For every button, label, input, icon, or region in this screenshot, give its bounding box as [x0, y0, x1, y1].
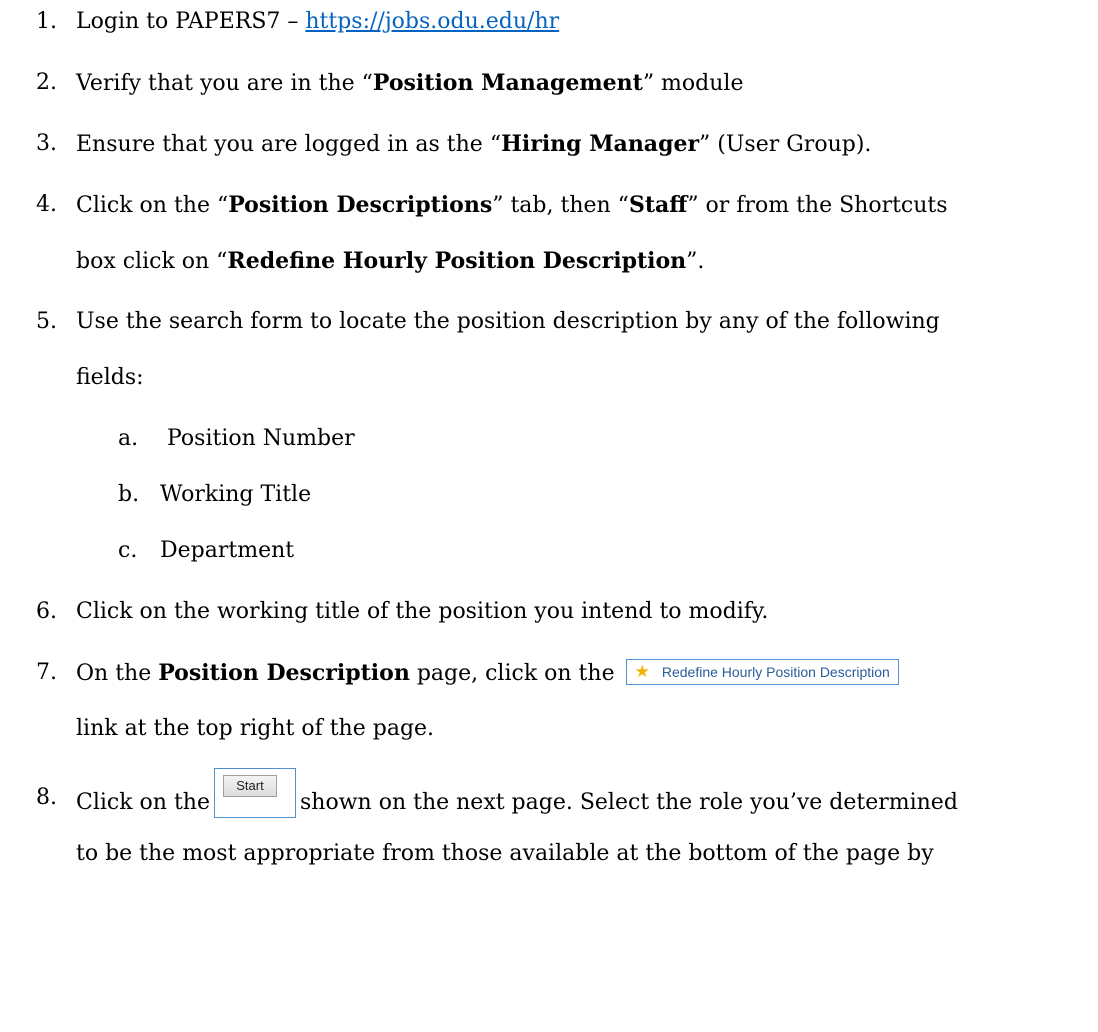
- step-text: shown on the next page. Select the role …: [300, 790, 958, 815]
- sub-item-letter: b.: [118, 482, 140, 507]
- step-text: Click on the working title of the positi…: [76, 599, 769, 624]
- step-text: ” (User Group).: [699, 132, 872, 157]
- step-number: 2.: [36, 70, 57, 95]
- step-text: Ensure that you are logged in as the “: [76, 132, 502, 157]
- step-text: Click on the: [76, 790, 210, 815]
- step-text: ” tab, then “: [492, 193, 629, 218]
- step-number: 6.: [36, 599, 57, 624]
- bold-term: Position Management: [372, 70, 643, 96]
- bold-term: Staff: [628, 192, 688, 218]
- step-text: fields:: [76, 365, 144, 390]
- bold-term: Position Descriptions: [228, 192, 493, 218]
- step-text: Login to PAPERS7 –: [76, 9, 306, 34]
- step-number: 5.: [36, 309, 57, 334]
- bold-term: Position Description: [158, 660, 410, 686]
- step-text: On the: [76, 661, 159, 686]
- step-number: 4.: [36, 192, 57, 217]
- step-text: link at the top right of the page.: [76, 716, 435, 741]
- sub-item-letter: a.: [118, 426, 139, 451]
- step-text: ” or from the Shortcuts: [687, 193, 948, 218]
- step-text: page, click on the: [409, 661, 615, 686]
- step-text: box click on “: [76, 249, 228, 274]
- start-button-screenshot: Start: [214, 768, 296, 818]
- sub-item-text: Position Number: [160, 426, 355, 451]
- step-text: Click on the “: [76, 193, 229, 218]
- step-number: 8.: [36, 785, 57, 810]
- step-number: 1.: [36, 9, 57, 34]
- step-number: 7.: [36, 660, 57, 685]
- step-number: 3.: [36, 131, 57, 156]
- bold-term: Redefine Hourly Position Description: [227, 248, 687, 274]
- bold-term: Hiring Manager: [501, 131, 700, 157]
- step-text: ”.: [686, 249, 705, 274]
- sub-item-letter: c.: [118, 538, 138, 563]
- sub-item-text: Department: [160, 538, 295, 563]
- star-icon: ★: [634, 662, 650, 681]
- step-text: to be the most appropriate from those av…: [76, 841, 934, 866]
- sub-item-text: Working Title: [160, 482, 312, 507]
- step-text: Use the search form to locate the positi…: [76, 309, 940, 334]
- button-label: Redefine Hourly Position Description: [661, 664, 890, 680]
- start-button[interactable]: Start: [223, 775, 277, 797]
- redefine-hourly-position-description-button[interactable]: ★ Redefine Hourly Position Description: [625, 659, 899, 685]
- papers7-link[interactable]: https://jobs.odu.edu/hr: [305, 9, 559, 34]
- step-text: Verify that you are in the “: [76, 71, 373, 96]
- step-text: ” module: [642, 71, 744, 96]
